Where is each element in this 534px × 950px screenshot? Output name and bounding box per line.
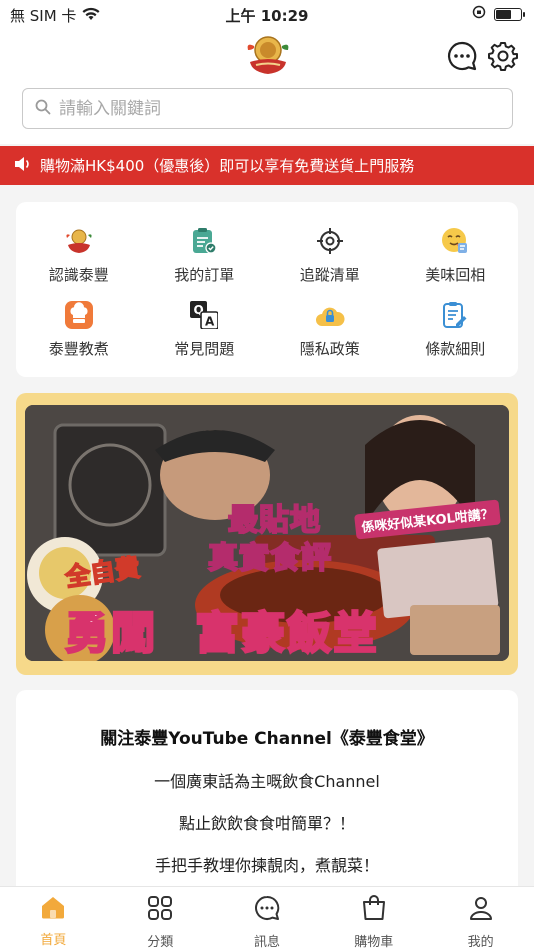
chef-hat-icon: [64, 300, 94, 330]
promo-banner[interactable]: 最貼地 真實食評 全自費 係咪好似某KOL咁講？ 勇闖 富豪飯堂: [25, 405, 509, 661]
youtube-card-title: 關注泰豐YouTube Channel《泰豐食堂》: [100, 729, 434, 749]
tab-label: 購物車: [354, 935, 394, 950]
home-icon: [40, 895, 66, 923]
document-edit-icon: [440, 300, 470, 330]
youtube-card-line: 點止飲飲食食咁簡單？！: [178, 814, 355, 833]
promo-notice-bar[interactable]: 購物滿HK$400（優惠後）即可以享有免費送貨上門服務: [0, 146, 534, 185]
tab-home[interactable]: 首頁: [0, 887, 107, 950]
speaker-icon: [14, 156, 32, 176]
search-section: [0, 80, 534, 144]
shortcut-label: 美味回相: [425, 265, 486, 284]
search-box[interactable]: [22, 88, 513, 129]
app-header: [0, 30, 534, 80]
qa-icon: QA: [189, 300, 219, 330]
banner-line2: 真實食評: [207, 540, 332, 577]
status-bar: 無 SIM 卡 上午 10:29: [0, 0, 534, 30]
shortcut-label: 追蹤清單: [299, 265, 360, 284]
shortcut-about-us[interactable]: 認識泰豐: [16, 218, 142, 293]
brand-logo-icon[interactable]: [240, 32, 296, 78]
youtube-card-line: 手把手教埋你揀靚肉，煮靚菜！: [154, 856, 379, 875]
shopping-bag-icon: [361, 895, 387, 925]
promo-notice-text: 購物滿HK$400（優惠後）即可以享有免費送貨上門服務: [40, 157, 415, 175]
shortcut-label: 常見問題: [174, 340, 235, 359]
bottom-tab-bar: 首頁 分類 訊息 購物車 我的: [0, 886, 534, 950]
shortcut-tracking-list[interactable]: 追蹤清單: [267, 218, 393, 293]
promo-banner-frame: 最貼地 真實食評 全自費 係咪好似某KOL咁講？ 勇闖 富豪飯堂: [16, 393, 518, 675]
brand-logo-icon: [64, 226, 94, 256]
tab-label: 首頁: [40, 933, 67, 948]
svg-text:A: A: [205, 315, 215, 329]
banner-title-right: 富豪飯堂: [194, 607, 379, 661]
shortcut-my-orders[interactable]: 我的訂單: [142, 218, 268, 293]
shortcut-label: 隱私政策: [299, 340, 360, 359]
clock: 上午 10:29: [225, 7, 309, 25]
youtube-card-line: 一個廣東話為主嘅飲食Channel: [154, 772, 380, 791]
shortcut-label: 我的訂單: [174, 265, 235, 284]
tab-messages[interactable]: 訊息: [214, 887, 321, 950]
user-icon: [468, 895, 494, 925]
tab-label: 我的: [467, 935, 494, 950]
yum-emoji-icon: [440, 226, 470, 256]
category-grid-icon: [147, 895, 173, 925]
settings-gear-icon[interactable]: [487, 40, 519, 72]
battery-icon: [494, 7, 525, 21]
shortcut-terms[interactable]: 條款細則: [393, 293, 519, 368]
tab-profile[interactable]: 我的: [427, 887, 534, 950]
youtube-channel-card[interactable]: 關注泰豐YouTube Channel《泰豐食堂》 一個廣東話為主嘅飲食Chan…: [16, 690, 518, 890]
shortcut-label: 條款細則: [425, 340, 486, 359]
tab-cart[interactable]: 購物車: [320, 887, 427, 950]
tab-categories[interactable]: 分類: [107, 887, 214, 950]
banner-title-left: 勇闖: [64, 607, 157, 661]
lock-cloud-icon: [315, 300, 345, 330]
chat-bubble-icon[interactable]: [446, 40, 478, 72]
shortcut-grid: 認識泰豐 我的訂單 追蹤清單 美味回相 泰豐教煮 QA 常見問題 隱私政策 條款…: [16, 202, 518, 377]
shortcut-label: 認識泰豐: [48, 265, 109, 284]
chat-icon: [254, 895, 280, 925]
target-icon: [315, 226, 345, 256]
shortcut-food-gallery[interactable]: 美味回相: [393, 218, 519, 293]
shortcut-privacy-policy[interactable]: 隱私政策: [267, 293, 393, 368]
tab-label: 分類: [147, 935, 174, 950]
search-input[interactable]: [59, 98, 479, 119]
clipboard-check-icon: [189, 226, 219, 256]
shortcut-label: 泰豐教煮: [48, 340, 109, 359]
shortcut-cooking-class[interactable]: 泰豐教煮: [16, 293, 142, 368]
shortcut-faq[interactable]: QA 常見問題: [142, 293, 268, 368]
search-icon: [35, 99, 51, 119]
rotation-lock-icon: [472, 5, 486, 23]
tab-label: 訊息: [253, 935, 280, 950]
